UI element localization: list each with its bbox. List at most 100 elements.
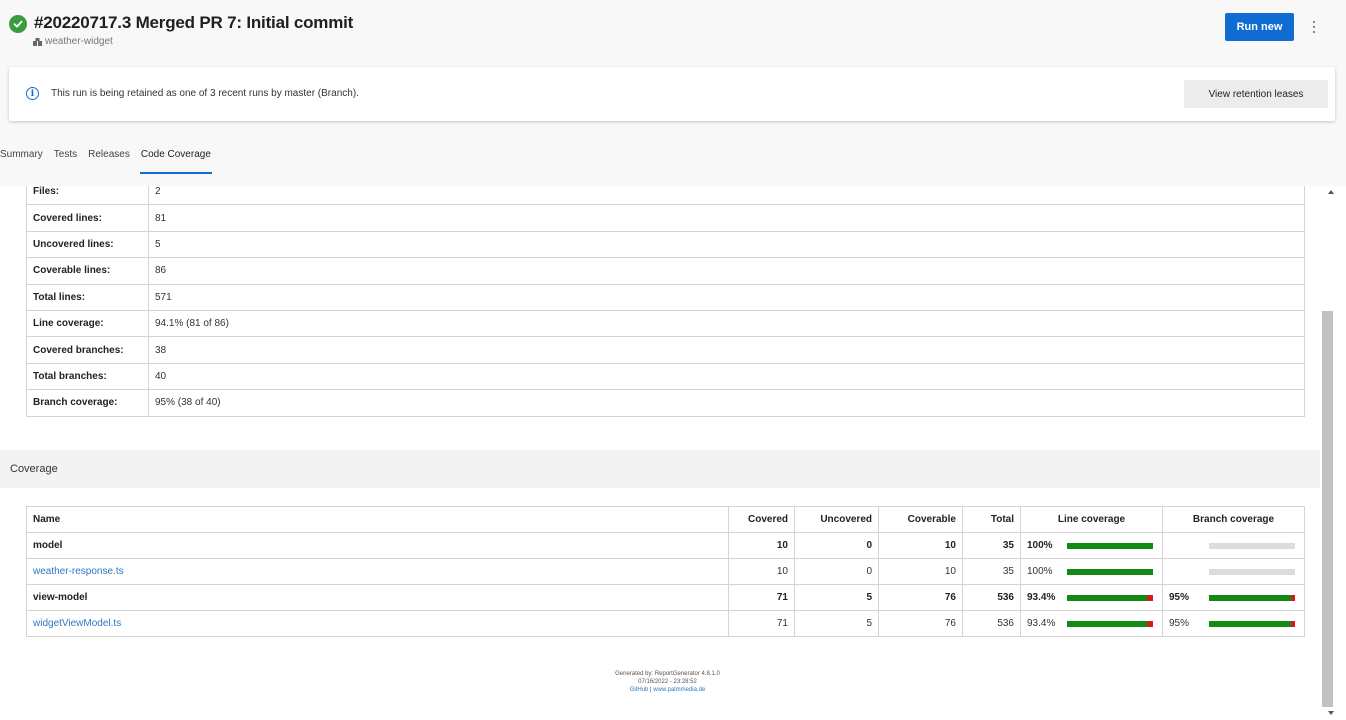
summary-key: Covered lines: [26,204,149,232]
coverable-count: 76 [878,584,963,611]
summary-row: Covered lines: 81 [26,204,1305,232]
summary-row: Line coverage: 94.1% (81 of 86) [26,309,1305,338]
report-footer: Generated by: ReportGenerator 4.8.1.0 07… [580,670,755,694]
summary-value: 95% (38 of 40) [148,389,1305,417]
column-header-line-coverage[interactable]: Line coverage [1020,506,1163,533]
scroll-up-arrow-icon[interactable] [1328,190,1334,194]
branch-coverage-percent: 95% [1162,610,1209,637]
github-link[interactable]: GitHub [630,687,649,693]
coverage-report[interactable]: Files: 2 Covered lines: 81 Uncovered lines… [0,186,1320,720]
summary-row: Total branches: 40 [26,362,1305,391]
summary-value: 5 [148,230,1305,259]
summary-key: Total branches: [26,362,149,391]
total-count: 536 [962,610,1021,637]
group-name: view-model [26,584,729,611]
uncovered-count: 0 [794,558,879,585]
summary-row: Total lines: 571 [26,283,1305,311]
summary-row: Branch coverage: 95% (38 of 40) [26,389,1305,417]
column-header-name[interactable]: Name [26,506,729,533]
info-icon: i [26,87,39,100]
summary-key: Files: [26,186,149,206]
line-coverage-bar [1066,532,1163,559]
coverage-bar [1066,620,1153,627]
column-header-coverable[interactable]: Coverable [878,506,963,533]
repo-link[interactable]: weather-widget [33,36,113,47]
summary-row: Uncovered lines: 5 [26,230,1305,259]
summary-key: Branch coverage: [26,389,149,417]
coverage-file-row: weather-response.ts 10 0 10 35 100% [26,558,1305,585]
coverage-bar [1066,542,1153,549]
coverage-header-row: Name Covered Uncovered Coverable Total L… [26,506,1305,533]
uncovered-count: 5 [794,584,879,611]
branch-coverage-percent [1162,532,1209,559]
covered-count: 10 [728,558,795,585]
branch-coverage-percent [1162,558,1209,585]
total-count: 35 [962,558,1021,585]
summary-key: Covered branches: [26,336,149,364]
branch-coverage-bar [1208,532,1305,559]
coverage-bar-uncovered [1146,594,1153,601]
summary-row: Coverable lines: 86 [26,257,1305,285]
column-header-uncovered[interactable]: Uncovered [794,506,879,533]
covered-count: 10 [728,532,795,559]
group-name: model [26,532,729,559]
covered-count: 71 [728,610,795,637]
generator-info: Generated by: ReportGenerator 4.8.1.0 [615,671,720,677]
branch-coverage-bar [1208,584,1305,611]
total-count: 536 [962,584,1021,611]
scrollbar-thumb[interactable] [1322,311,1333,707]
column-header-covered[interactable]: Covered [728,506,795,533]
column-header-total[interactable]: Total [962,506,1021,533]
line-coverage-bar [1066,558,1163,585]
summary-key: Total lines: [26,283,149,311]
branch-coverage-bar [1208,558,1305,585]
tab-releases[interactable]: Releases [88,140,130,174]
coverage-bar-covered [1066,620,1147,627]
line-coverage-bar [1066,610,1163,637]
coverage-bar-empty [1208,542,1295,549]
coverage-bar-covered [1066,568,1153,575]
covered-count: 71 [728,584,795,611]
coverage-section-header: Coverage [0,450,1320,488]
line-coverage-percent: 93.4% [1020,584,1067,611]
summary-key: Coverable lines: [26,257,149,285]
summary-value: 38 [148,336,1305,364]
coverage-bar-uncovered [1290,620,1295,627]
summary-key: Line coverage: [26,309,149,338]
file-link[interactable]: widgetViewModel.ts [26,610,729,637]
generated-timestamp: 07/16/2022 - 23:28:52 [638,679,697,685]
more-vertical-icon[interactable] [1307,16,1321,38]
file-link[interactable]: weather-response.ts [26,558,729,585]
repo-icon [33,37,42,46]
line-coverage-percent: 100% [1020,558,1067,585]
summary-value: 40 [148,362,1305,391]
coverage-bar-covered [1066,594,1147,601]
palmmedia-link[interactable]: www.palmmedia.de [653,687,705,693]
line-coverage-bar [1066,584,1163,611]
summary-row: Files: 2 [26,186,1305,206]
coverable-count: 76 [878,610,963,637]
coverage-bar [1066,568,1153,575]
view-retention-leases-button[interactable]: View retention leases [1184,80,1328,108]
branch-coverage-percent: 95% [1162,584,1209,611]
tab-summary[interactable]: Summary [0,140,43,174]
summary-table: Files: 2 Covered lines: 81 Uncovered lines… [26,186,1305,417]
retention-message: This run is being retained as one of 3 r… [51,88,359,99]
retention-banner: i This run is being retained as one of 3… [9,67,1335,121]
tab-tests[interactable]: Tests [54,140,77,174]
check-circle-icon [9,15,27,33]
run-title: #20220717.3 Merged PR 7: Initial commit [34,13,354,32]
coverage-bar-uncovered [1146,620,1153,627]
scroll-down-arrow-icon[interactable] [1328,711,1334,715]
summary-value: 571 [148,283,1305,311]
line-coverage-percent: 93.4% [1020,610,1067,637]
total-count: 35 [962,532,1021,559]
coverable-count: 10 [878,558,963,585]
tab-code-coverage[interactable]: Code Coverage [139,140,212,174]
coverage-bar [1208,594,1295,601]
column-header-branch-coverage[interactable]: Branch coverage [1162,506,1305,533]
coverage-group-row: model 10 0 10 35 100% [26,532,1305,559]
summary-value: 94.1% (81 of 86) [148,309,1305,338]
run-new-button[interactable]: Run new [1225,13,1294,41]
coverage-bar-covered [1066,542,1153,549]
